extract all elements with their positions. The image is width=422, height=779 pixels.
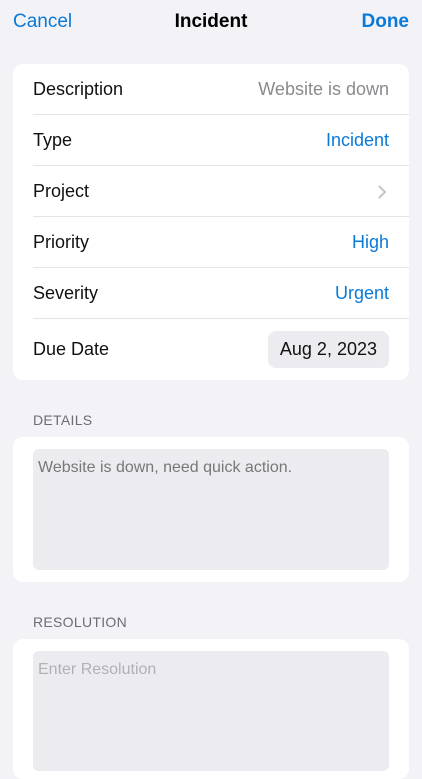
resolution-header: RESOLUTION: [33, 614, 128, 630]
description-row[interactable]: Description Website is down: [13, 64, 409, 115]
navigation-bar: Cancel Incident Done: [0, 0, 422, 44]
severity-row[interactable]: Severity Urgent: [13, 268, 409, 319]
type-row[interactable]: Type Incident: [13, 115, 409, 166]
type-value[interactable]: Incident: [326, 130, 389, 151]
chevron-right-icon: [375, 185, 389, 199]
details-card: Website is down, need quick action.: [13, 437, 409, 582]
due-date-row: Due Date Aug 2, 2023: [13, 319, 409, 380]
due-date-label: Due Date: [33, 339, 110, 359]
incident-form-card: Description Website is down Type Inciden…: [13, 64, 409, 380]
type-label: Type: [33, 130, 73, 150]
done-button[interactable]: Done: [362, 11, 410, 33]
priority-value[interactable]: High: [352, 232, 389, 253]
resolution-card: [13, 639, 409, 779]
cancel-button[interactable]: Cancel: [13, 11, 72, 33]
project-row[interactable]: Project: [13, 166, 409, 217]
description-value[interactable]: Website is down: [258, 79, 389, 100]
details-textarea[interactable]: Website is down, need quick action.: [33, 449, 389, 570]
due-date-picker[interactable]: Aug 2, 2023: [267, 331, 389, 368]
severity-label: Severity: [33, 283, 99, 303]
severity-value[interactable]: Urgent: [335, 283, 389, 304]
description-label: Description: [33, 79, 124, 99]
resolution-textarea[interactable]: [33, 651, 389, 771]
priority-label: Priority: [33, 232, 90, 252]
details-header: DETAILS: [33, 412, 93, 428]
project-label: Project: [33, 181, 90, 201]
priority-row[interactable]: Priority High: [13, 217, 409, 268]
